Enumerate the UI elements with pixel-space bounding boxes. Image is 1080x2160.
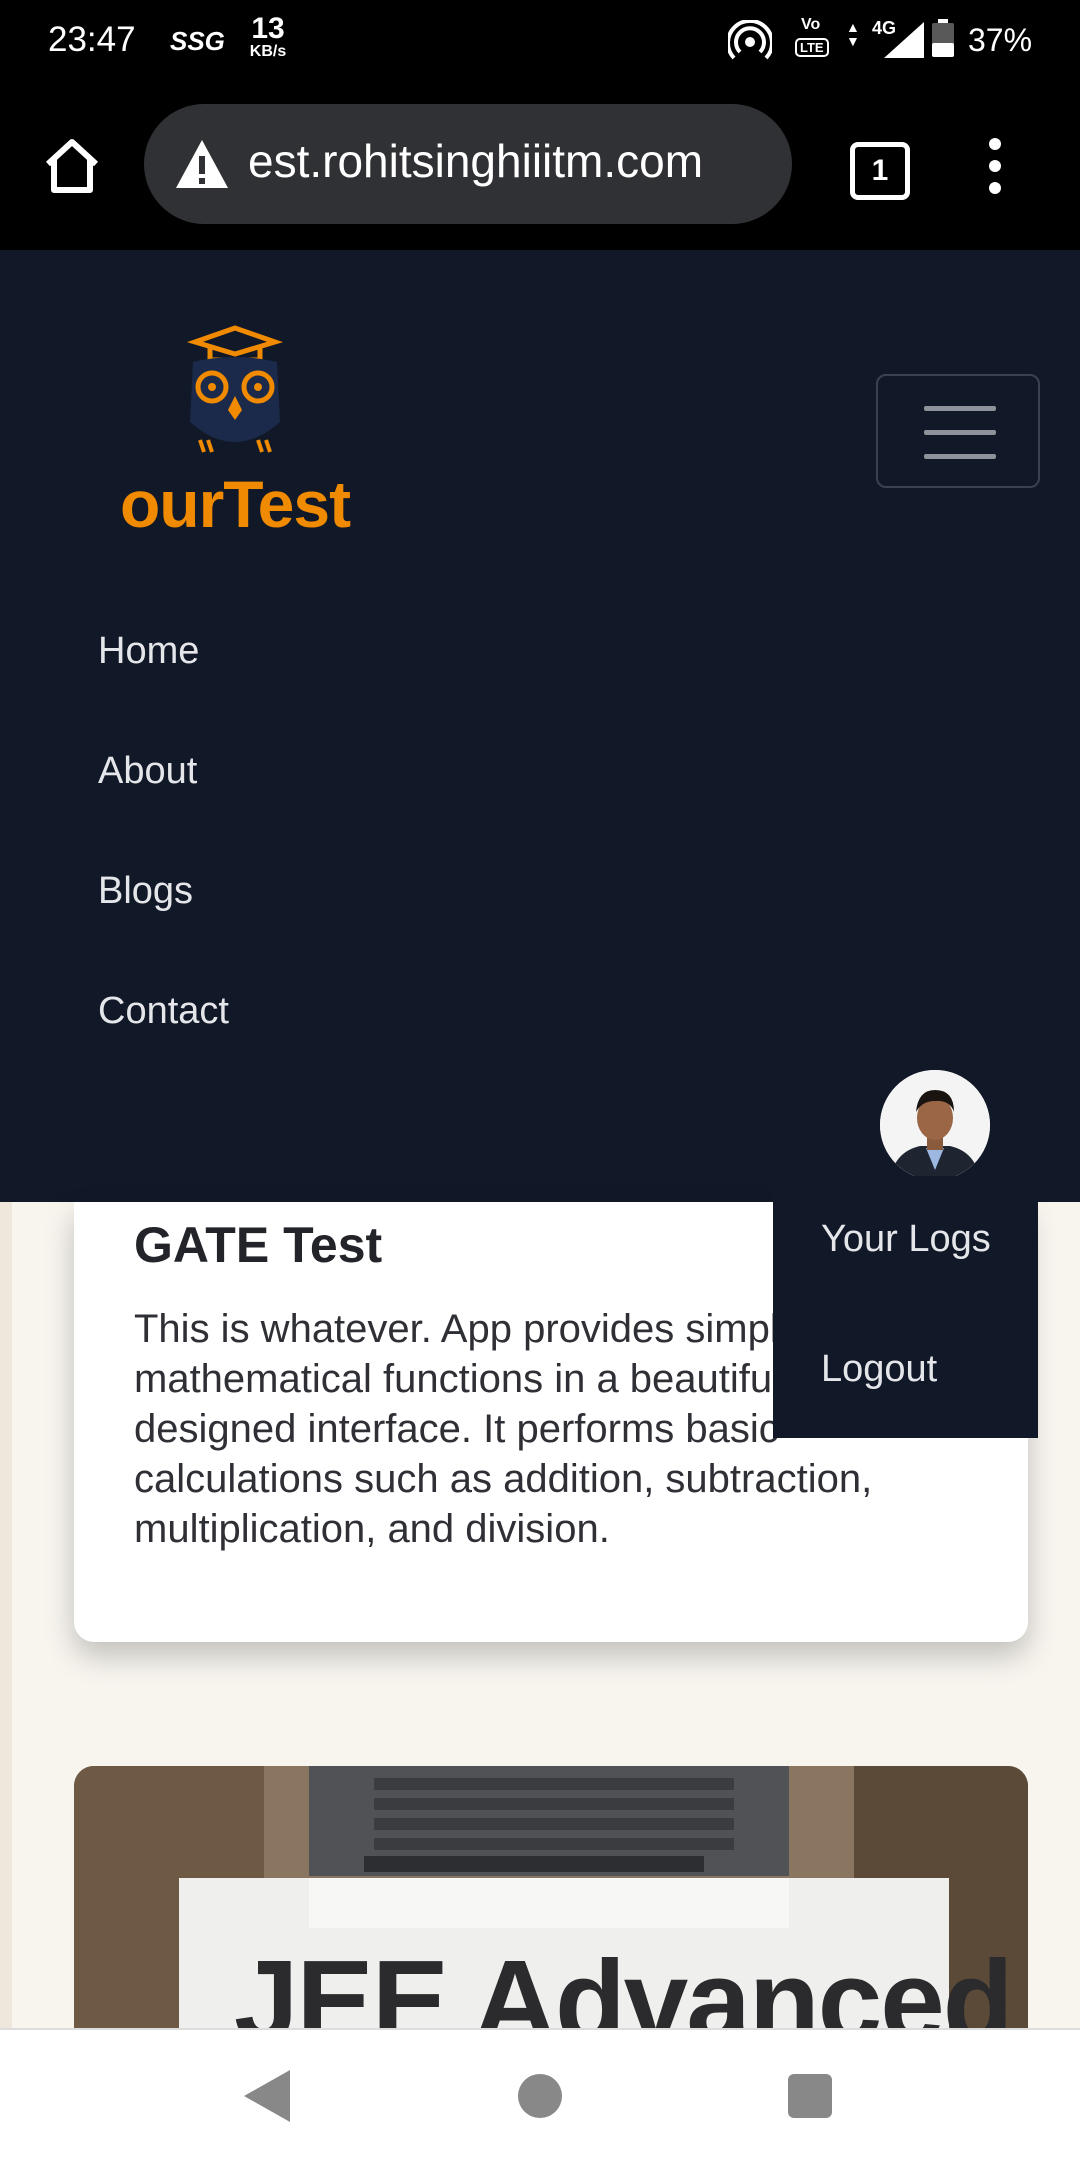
page-edge-strip: [0, 1202, 12, 2028]
hotspot-icon: [726, 18, 774, 69]
volte-label: Vo: [801, 16, 821, 33]
dropdown-item-logout[interactable]: Logout: [821, 1348, 937, 1391]
site-logo[interactable]: ourTest: [100, 322, 370, 542]
nav-link-blogs[interactable]: Blogs: [98, 870, 193, 913]
user-dropdown-menu: Your Logs Logout: [773, 1176, 1038, 1438]
address-bar[interactable]: est.rohitsinghiiitm.com: [144, 104, 792, 224]
home-icon[interactable]: [40, 134, 104, 198]
data-arrows-icon: ▲ ▼: [846, 19, 860, 49]
carrier-badge: SSG: [170, 26, 225, 56]
network-speed: 13 KB/s: [238, 14, 298, 60]
network-speed-value: 13: [251, 12, 285, 45]
battery-icon: [932, 19, 954, 57]
network-speed-unit: KB/s: [249, 43, 287, 60]
url-text[interactable]: est.rohitsinghiiitm.com: [248, 134, 778, 194]
site-navbar: ourTest Home About Blogs Contact: [0, 250, 1080, 1202]
browser-toolbar: est.rohitsinghiiitm.com 1: [0, 86, 1080, 250]
not-secure-warning-icon[interactable]: [174, 138, 230, 190]
status-time: 23:47: [48, 20, 136, 59]
status-bar: 23:47 SSG 13 KB/s Vo LTE ▲ ▼ 4G 37%: [0, 0, 1080, 86]
overflow-menu-icon[interactable]: [980, 138, 1010, 198]
nav-toggle-button[interactable]: [876, 374, 1040, 488]
home-circle-icon[interactable]: [518, 2074, 562, 2118]
battery-percent: 37%: [968, 22, 1033, 58]
owl-logo-icon: [186, 325, 284, 453]
brand-name: ourTest: [119, 467, 351, 541]
tabs-icon[interactable]: 1: [850, 142, 910, 200]
back-icon[interactable]: [244, 2070, 290, 2127]
nav-link-about[interactable]: About: [98, 750, 197, 793]
system-nav-bar: [0, 2028, 1080, 2160]
recents-icon[interactable]: [788, 2074, 832, 2118]
volte-icon: Vo LTE: [795, 16, 835, 62]
test-card-jee[interactable]: JEE Advanced: [74, 1766, 1028, 2046]
nav-link-contact[interactable]: Contact: [98, 990, 229, 1033]
lte-label: LTE: [795, 38, 829, 57]
signal-icon: [884, 22, 924, 63]
card-title: GATE Test: [134, 1217, 383, 1273]
dropdown-item-your-logs[interactable]: Your Logs: [821, 1218, 991, 1261]
user-avatar[interactable]: [880, 1070, 990, 1180]
nav-link-home[interactable]: Home: [98, 630, 199, 673]
